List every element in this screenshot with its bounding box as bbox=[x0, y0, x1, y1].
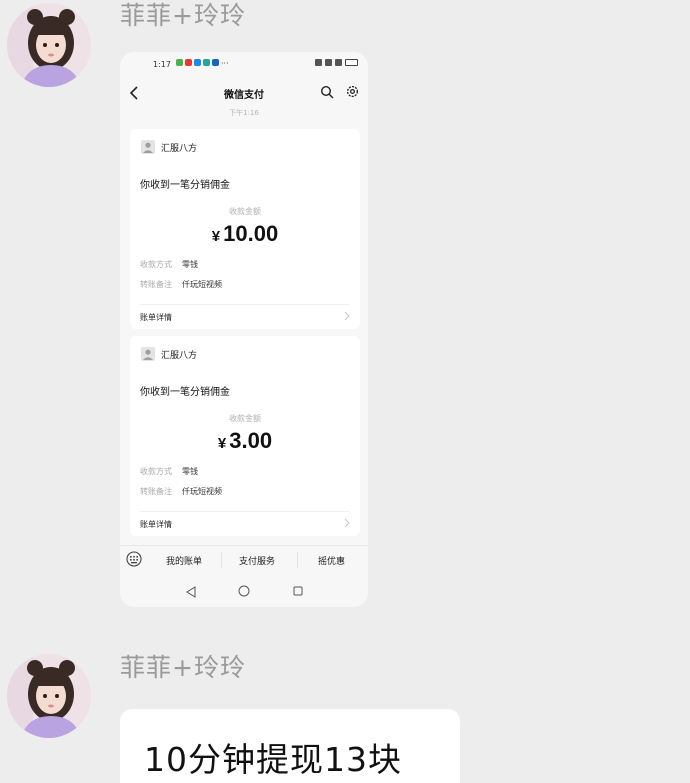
transfer-note-label: 转账备注 bbox=[140, 280, 172, 289]
payment-method-value: 零钱 bbox=[182, 467, 198, 476]
amount-label: 收款金额 bbox=[229, 207, 261, 216]
bottom-menu: 我的账单 支付服务 摇优惠 bbox=[120, 545, 368, 573]
notification-icon bbox=[212, 59, 219, 66]
amount: ¥3.00 bbox=[130, 428, 360, 454]
payment-method-label: 收款方式 bbox=[140, 467, 172, 476]
notification-icon bbox=[203, 59, 210, 66]
sender-avatar[interactable] bbox=[7, 3, 91, 87]
message-text: 10分钟提现13块 bbox=[144, 740, 402, 779]
amount-value: 10.00 bbox=[223, 221, 279, 246]
bill-detail-label: 账单详情 bbox=[140, 313, 172, 322]
signal-icon bbox=[335, 59, 342, 66]
chevron-right-icon bbox=[344, 518, 350, 528]
bill-detail-link[interactable]: 账单详情 bbox=[140, 511, 350, 531]
sender-name: 菲菲+玲玲 bbox=[120, 1, 246, 30]
payment-card[interactable]: 汇服八方 你收到一笔分销佣金 收款金额 ¥10.00 收款方式 零钱 转账备注 仟玩… bbox=[130, 129, 360, 329]
currency-symbol: ¥ bbox=[217, 435, 227, 452]
notification-icon bbox=[185, 59, 192, 66]
merchant-name: 汇服八方 bbox=[161, 144, 198, 154]
menu-divider bbox=[297, 552, 298, 568]
bill-detail-link[interactable]: 账单详情 bbox=[140, 304, 350, 324]
transfer-note-row: 转账备注 仟玩短视频 bbox=[140, 279, 222, 290]
gear-icon[interactable] bbox=[345, 84, 360, 99]
card-title: 你收到一笔分销佣金 bbox=[140, 387, 230, 398]
merchant-avatar-icon bbox=[141, 347, 155, 361]
nav-bar: 微信支付 bbox=[120, 78, 368, 108]
square-recents-icon[interactable] bbox=[293, 586, 303, 596]
system-status-icons bbox=[315, 59, 358, 66]
transfer-note-value: 仟玩短视频 bbox=[182, 280, 222, 289]
payment-method-row: 收款方式 零钱 bbox=[140, 466, 198, 477]
card-title: 你收到一笔分销佣金 bbox=[140, 180, 230, 191]
notification-icons: ··· bbox=[176, 59, 229, 68]
status-bar: 1:17 ··· bbox=[120, 52, 368, 76]
menu-shake-discounts[interactable]: 摇优惠 bbox=[318, 554, 345, 567]
sender-name: 菲菲+玲玲 bbox=[120, 653, 246, 682]
keyboard-icon[interactable] bbox=[126, 551, 142, 567]
wifi-icon bbox=[325, 59, 332, 66]
status-time: 1:17 bbox=[153, 60, 171, 69]
currency-symbol: ¥ bbox=[211, 228, 221, 245]
menu-divider bbox=[221, 552, 222, 568]
notification-icon bbox=[176, 59, 183, 66]
nfc-icon bbox=[315, 59, 322, 66]
transfer-note-value: 仟玩短视频 bbox=[182, 487, 222, 496]
notification-icon bbox=[194, 59, 201, 66]
message-timestamp: 下午1:16 bbox=[229, 109, 259, 117]
merchant-avatar-icon bbox=[141, 140, 155, 154]
merchant-name: 汇服八方 bbox=[161, 351, 198, 361]
payment-method-row: 收款方式 零钱 bbox=[140, 259, 198, 270]
transfer-note-row: 转账备注 仟玩短视频 bbox=[140, 486, 222, 497]
bill-detail-label: 账单详情 bbox=[140, 520, 172, 529]
circle-home-icon[interactable] bbox=[238, 585, 250, 597]
payment-method-label: 收款方式 bbox=[140, 260, 172, 269]
amount-value: 3.00 bbox=[229, 428, 273, 453]
payment-method-value: 零钱 bbox=[182, 260, 198, 269]
system-nav-bar bbox=[120, 580, 368, 604]
amount-label: 收款金额 bbox=[229, 414, 261, 423]
triangle-back-icon[interactable] bbox=[186, 586, 196, 598]
payment-card[interactable]: 汇服八方 你收到一笔分销佣金 收款金额 ¥3.00 收款方式 零钱 转账备注 仟玩短… bbox=[130, 336, 360, 536]
chat-screen: 菲菲+玲玲 1:17 ··· 微信支付 下午1:16 汇服八方 你收到一笔分销佣… bbox=[0, 0, 690, 783]
payment-screenshot-image[interactable]: 1:17 ··· 微信支付 下午1:16 汇服八方 你收到一笔分销佣金 收款金额… bbox=[120, 52, 368, 607]
transfer-note-label: 转账备注 bbox=[140, 487, 172, 496]
battery-icon bbox=[345, 59, 358, 66]
avatar-image bbox=[7, 3, 91, 87]
sender-avatar[interactable] bbox=[7, 654, 91, 738]
chevron-right-icon bbox=[344, 311, 350, 321]
text-message-bubble[interactable]: 10分钟提现13块 bbox=[120, 709, 460, 783]
menu-payment-services[interactable]: 支付服务 bbox=[239, 554, 275, 567]
search-icon[interactable] bbox=[320, 85, 334, 99]
more-notifications: ··· bbox=[221, 59, 229, 68]
amount: ¥10.00 bbox=[130, 221, 360, 247]
menu-my-bills[interactable]: 我的账单 bbox=[166, 554, 202, 567]
avatar-image bbox=[7, 654, 91, 738]
